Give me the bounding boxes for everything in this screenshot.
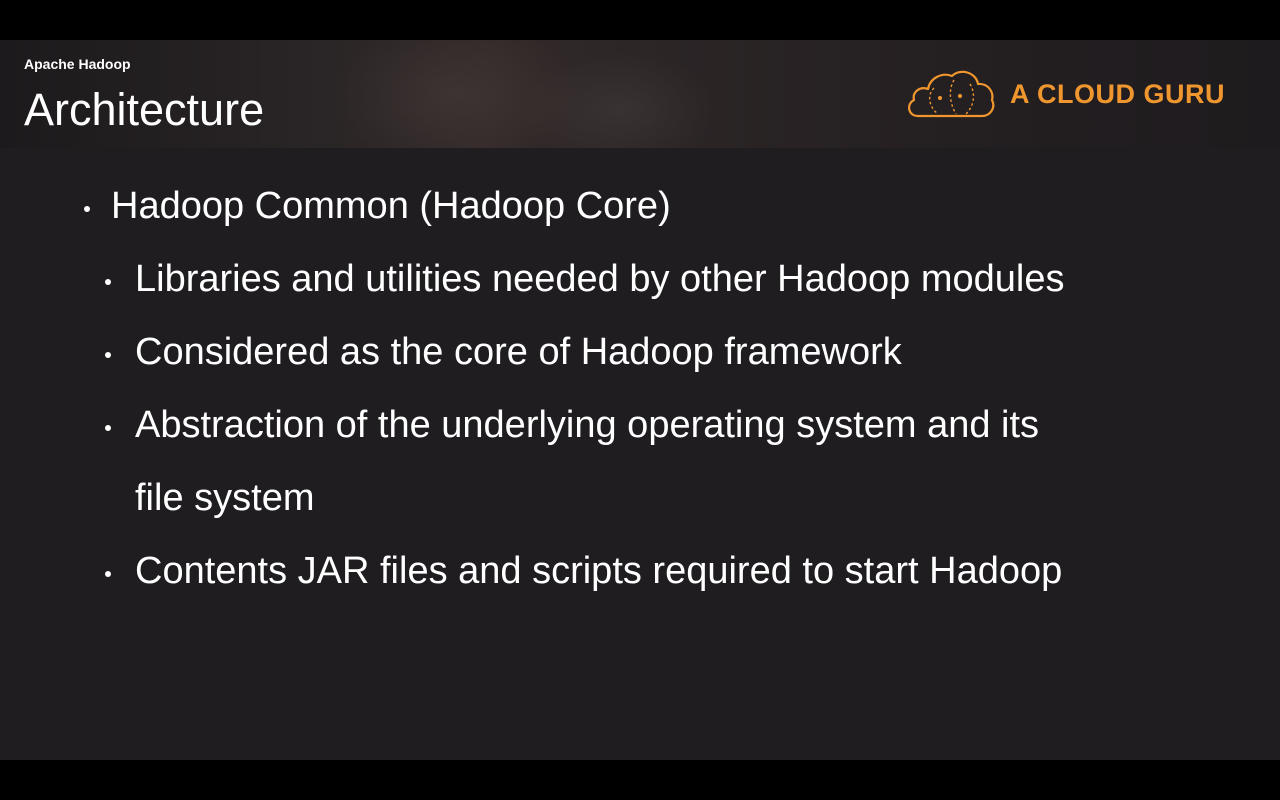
bullet-dot-icon xyxy=(105,279,111,285)
bullet-text: Libraries and utilities needed by other … xyxy=(135,258,1065,300)
bullet-continuation: file system xyxy=(135,462,314,535)
bullet-item: Considered as the core of Hadoop framewo… xyxy=(105,316,902,389)
presenter-silhouette-highlight xyxy=(520,50,720,148)
brand-name: A CLOUD GURU xyxy=(1010,78,1225,109)
bullet-dot-icon xyxy=(105,571,111,577)
bullet-text: Contents JAR files and scripts required … xyxy=(135,550,1063,592)
bullet-text: Considered as the core of Hadoop framewo… xyxy=(135,331,902,373)
slide-kicker: Apache Hadoop xyxy=(24,56,131,72)
bullet-text: Hadoop Common (Hadoop Core) xyxy=(111,185,671,227)
bullet-item: Libraries and utilities needed by other … xyxy=(105,243,1065,316)
bullet-dot-icon xyxy=(84,206,90,212)
bullet-item: Hadoop Common (Hadoop Core) xyxy=(84,170,671,243)
letterbox-bottom xyxy=(0,760,1280,800)
video-frame: Apache Hadoop Architecture A CLOUD GURU xyxy=(0,0,1280,800)
bullet-text: file system xyxy=(135,477,315,519)
bullet-item: Contents JAR files and scripts required … xyxy=(105,535,1063,608)
slide: Apache Hadoop Architecture A CLOUD GURU xyxy=(0,40,1280,760)
bullet-text: Abstraction of the underlying operating … xyxy=(135,404,1040,446)
slide-title: Architecture xyxy=(24,84,265,135)
slide-header: Apache Hadoop Architecture A CLOUD GURU xyxy=(0,40,1280,148)
bullet-dot-icon xyxy=(105,425,111,431)
letterbox-top xyxy=(0,0,1280,40)
bullet-dot-icon xyxy=(105,352,111,358)
brand-logo: A CLOUD GURU xyxy=(904,66,1225,122)
cloud-logo-icon xyxy=(904,66,996,122)
bullet-item: Abstraction of the underlying operating … xyxy=(105,389,1040,462)
